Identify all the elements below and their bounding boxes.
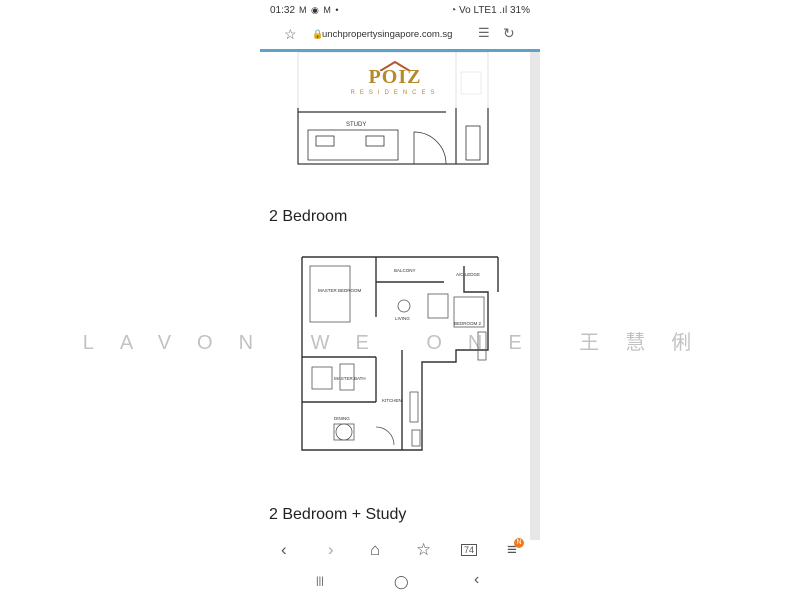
room-ac-ledge: A/C LEDGE	[456, 272, 480, 277]
browser-bottom-nav: ‹ › ⌂ ☆ 74 ≡ N	[260, 538, 540, 564]
address-bar[interactable]: ☆ 🔒 unchpropertysingapore.com.sg ☰ ↻	[260, 22, 540, 48]
phone-screen: 01:32 M ◉ M • ◔ Vo LTE1 .ıl 31% ☆ 🔒 unch…	[260, 0, 540, 600]
web-content[interactable]: STUDY POIZ RESIDENCES 2 Bedroom BALCONY …	[260, 52, 530, 540]
status-time: 01:32	[270, 5, 296, 16]
room-dining: DINING	[334, 416, 350, 421]
status-bar: 01:32 M ◉ M • ◔ Vo LTE1 .ıl 31%	[260, 0, 540, 22]
url-text[interactable]: unchpropertysingapore.com.sg	[322, 29, 452, 40]
recent-apps-button[interactable]: |||	[316, 576, 324, 587]
room-bedroom-2: BEDROOM 2	[454, 321, 482, 326]
room-master-bedroom: MASTER BEDROOM	[318, 288, 362, 293]
tabs-button[interactable]: 74	[461, 544, 478, 556]
room-balcony: BALCONY	[394, 268, 416, 273]
bookmark-icon[interactable]: ☆	[416, 540, 431, 560]
reader-icon[interactable]: ☰	[478, 25, 490, 41]
room-master-bath: MASTER BATH	[334, 376, 366, 381]
back-button[interactable]: ‹	[281, 540, 287, 560]
home-icon[interactable]: ⌂	[370, 540, 380, 560]
floorplan-2-bedroom: BALCONY A/C LEDGE MASTER BEDROOM LIVING …	[301, 256, 499, 451]
forward-button[interactable]: ›	[328, 540, 334, 560]
scrollbar[interactable]	[530, 52, 540, 540]
star-icon[interactable]: ☆	[284, 26, 297, 43]
system-home-button[interactable]: ◯	[394, 574, 409, 590]
logo-subtitle: RESIDENCES	[350, 90, 440, 96]
logo[interactable]: POIZ	[260, 66, 530, 89]
notification-badge: N	[514, 538, 524, 548]
notification-icons: M ◉ M •	[299, 5, 340, 15]
heading-2-bedroom: 2 Bedroom	[269, 208, 348, 225]
site-header[interactable]: POIZ RESIDENCES	[260, 52, 530, 108]
status-right: ◔ Vo LTE1 .ıl 31%	[450, 5, 530, 16]
study-label: STUDY	[346, 122, 366, 128]
reload-icon[interactable]: ↻	[503, 25, 515, 42]
system-nav-bar: ||| ◯ ‹	[260, 571, 540, 592]
room-kitchen: KITCHEN	[382, 398, 402, 403]
system-back-button[interactable]: ‹	[474, 571, 479, 589]
heading-2-bedroom-study: 2 Bedroom + Study	[269, 506, 407, 523]
room-living: LIVING	[395, 316, 410, 321]
